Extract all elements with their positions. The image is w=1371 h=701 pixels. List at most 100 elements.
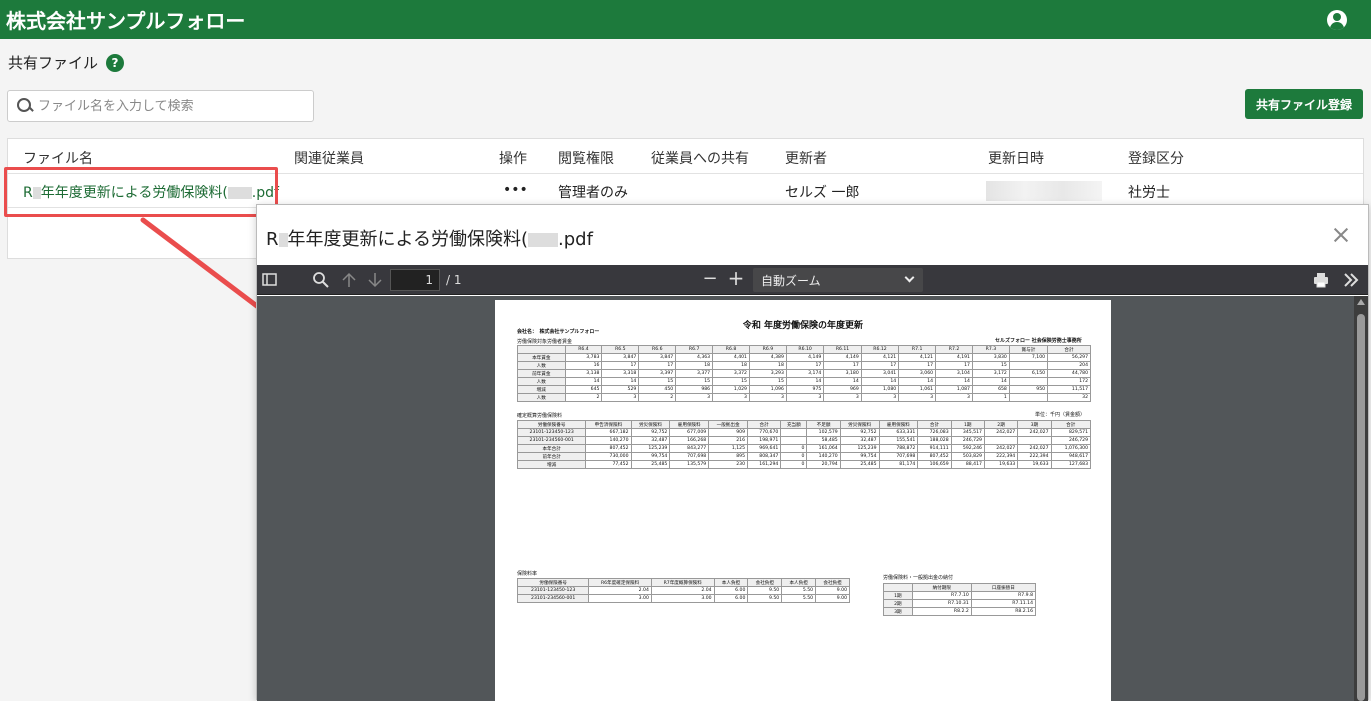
cell: 11,517 (1047, 385, 1091, 394)
cell: 9.00 (815, 594, 850, 603)
cell: 2期 (883, 599, 913, 608)
redacted (528, 233, 558, 247)
cell (780, 428, 808, 437)
cell: 3,172 (971, 369, 1010, 378)
cell (1008, 393, 1049, 402)
previous-page-icon[interactable] (340, 271, 358, 289)
cell: 納付期限 (911, 583, 972, 592)
cell: 808,347 (746, 452, 782, 461)
user-account-icon[interactable] (1327, 9, 1347, 30)
cell: 592,246 (950, 444, 985, 453)
cell: 増減 (516, 460, 587, 469)
updated-at-cell-redacted (986, 181, 1102, 201)
cell: 125,239 (630, 444, 671, 453)
tools-menu-icon[interactable] (1342, 271, 1360, 289)
cell: 雇用保険料 (878, 420, 919, 429)
cell: 914,111 (917, 444, 952, 453)
viewer-title-mid: 年年度更新による労働保険料( (287, 229, 528, 250)
cell: 本人負担 (781, 578, 817, 587)
cell: 950 (1008, 385, 1049, 394)
cell: 140,270 (806, 452, 841, 461)
pdf-office: セルズフォロー 社会保険労務士事務所 (995, 338, 1082, 344)
cell: 3,397 (638, 369, 677, 378)
cell: 申告済保険料 (585, 420, 632, 429)
page-number-input[interactable] (390, 269, 440, 291)
sidebar-toggle-icon[interactable] (261, 271, 279, 289)
table-row: 23101-123450-123 667,182 92,752 677,009 … (516, 428, 1092, 437)
cell: 770,670 (746, 428, 782, 437)
cell: 0 (780, 460, 808, 469)
wage-table: R6.4 R6.5 R6.6 R6.7 R6.8 R6.9 R6.10 R6.1… (517, 345, 1091, 402)
cell: 労働保険番号 (516, 578, 590, 587)
column-header-shared[interactable]: 従業員への共有 (651, 148, 749, 168)
cell: 17 (785, 361, 825, 370)
cell: R6.4 (564, 345, 603, 354)
search-input[interactable] (38, 98, 308, 114)
cell: 15 (971, 361, 1010, 370)
scrollbar-thumb[interactable] (1357, 314, 1365, 701)
cell: R7.10.31 (911, 599, 972, 608)
cell: 3 (748, 393, 787, 402)
cell: 216 (708, 436, 748, 445)
table-row: 労働保険番号 申告済保険料 労災保険料 雇用保険料 一般拠出金 合計 充当額 不… (516, 420, 1092, 429)
column-header-category[interactable]: 登録区分 (1128, 148, 1184, 168)
cell: 労働保険番号 (516, 420, 587, 429)
next-page-icon[interactable] (366, 271, 384, 289)
cell: 14 (564, 377, 603, 386)
cell: 3,293 (748, 369, 787, 378)
cell: 本人負担 (713, 578, 749, 587)
zoom-in-icon[interactable]: + (727, 268, 745, 288)
cell: R6.11 (823, 345, 862, 354)
print-icon[interactable] (1312, 271, 1330, 289)
column-header-file-name[interactable]: ファイル名 (23, 148, 93, 168)
register-shared-file-button[interactable]: 共有ファイル登録 (1245, 89, 1363, 119)
payment-table: 納付期限 口座振替日 1期 R7.7.10 R7.9.8 2期 R7.10.31… (883, 583, 1037, 616)
pdf-document-area[interactable]: 令和 年度労働保険の年度更新 会社名： 株式会社サンプルフォロー 労働保険対象労… (257, 296, 1368, 701)
cell: R6.12 (860, 345, 900, 354)
help-icon[interactable]: ? (106, 53, 125, 72)
cell: 25,485 (630, 460, 671, 469)
cell: 633,331 (878, 428, 919, 437)
cell (1017, 436, 1052, 445)
column-header-permission[interactable]: 閲覧権限 (558, 148, 614, 168)
cell: R7.9.8 (970, 591, 1037, 600)
cell: 4,401 (712, 353, 750, 362)
cell: 1期 (950, 420, 985, 429)
search-icon (16, 97, 34, 115)
scroll-up-icon[interactable] (1357, 299, 1365, 305)
row-action-menu-icon[interactable]: ••• (503, 182, 528, 198)
cell: 3 (860, 393, 900, 402)
close-icon[interactable] (1329, 223, 1353, 247)
cell: 529 (601, 385, 640, 394)
cell: 14 (601, 377, 640, 386)
table-row: 前年合計 730,000 99,754 707,698 895 808,347 … (516, 452, 1092, 461)
cell: 807,452 (917, 452, 952, 461)
column-header-employee[interactable]: 関連従業員 (294, 148, 364, 168)
cell: 246,729 (1050, 436, 1092, 445)
cell: 不足額 (806, 420, 841, 429)
zoom-out-icon[interactable]: − (701, 270, 719, 288)
cell: 17 (860, 361, 900, 370)
find-icon[interactable] (312, 271, 330, 289)
table-row: 増減 77,452 25,485 135,579 230 161,294 0 2… (516, 460, 1092, 469)
cell: 15 (638, 377, 677, 386)
cell: 充当額 (780, 420, 808, 429)
cell: 23101-234560-001 (516, 594, 590, 603)
cell: 730,000 (585, 452, 632, 461)
table-row: 人数 14 14 15 15 15 15 14 14 14 14 14 14 1… (517, 377, 1091, 386)
zoom-select[interactable]: 自動ズーム (753, 268, 923, 292)
column-header-updated-at[interactable]: 更新日時 (988, 148, 1044, 168)
cell: 前年賃金 (517, 369, 566, 378)
cell: 人数 (517, 393, 566, 402)
cell: 4,149 (823, 353, 862, 362)
column-header-updater[interactable]: 更新者 (785, 148, 827, 168)
scrollbar[interactable] (1354, 296, 1368, 701)
cell: 450 (638, 385, 677, 394)
cell: 32 (1047, 393, 1091, 402)
cell (1008, 377, 1049, 386)
pdf-section-wages: 労働保険対象労働者賃金 (517, 339, 573, 345)
table-row: 23101-234560-001 140,270 32,487 166,268 … (516, 436, 1092, 445)
cell: 18 (712, 361, 750, 370)
cell: R6.7 (675, 345, 714, 354)
cell: 1期 (883, 591, 913, 600)
